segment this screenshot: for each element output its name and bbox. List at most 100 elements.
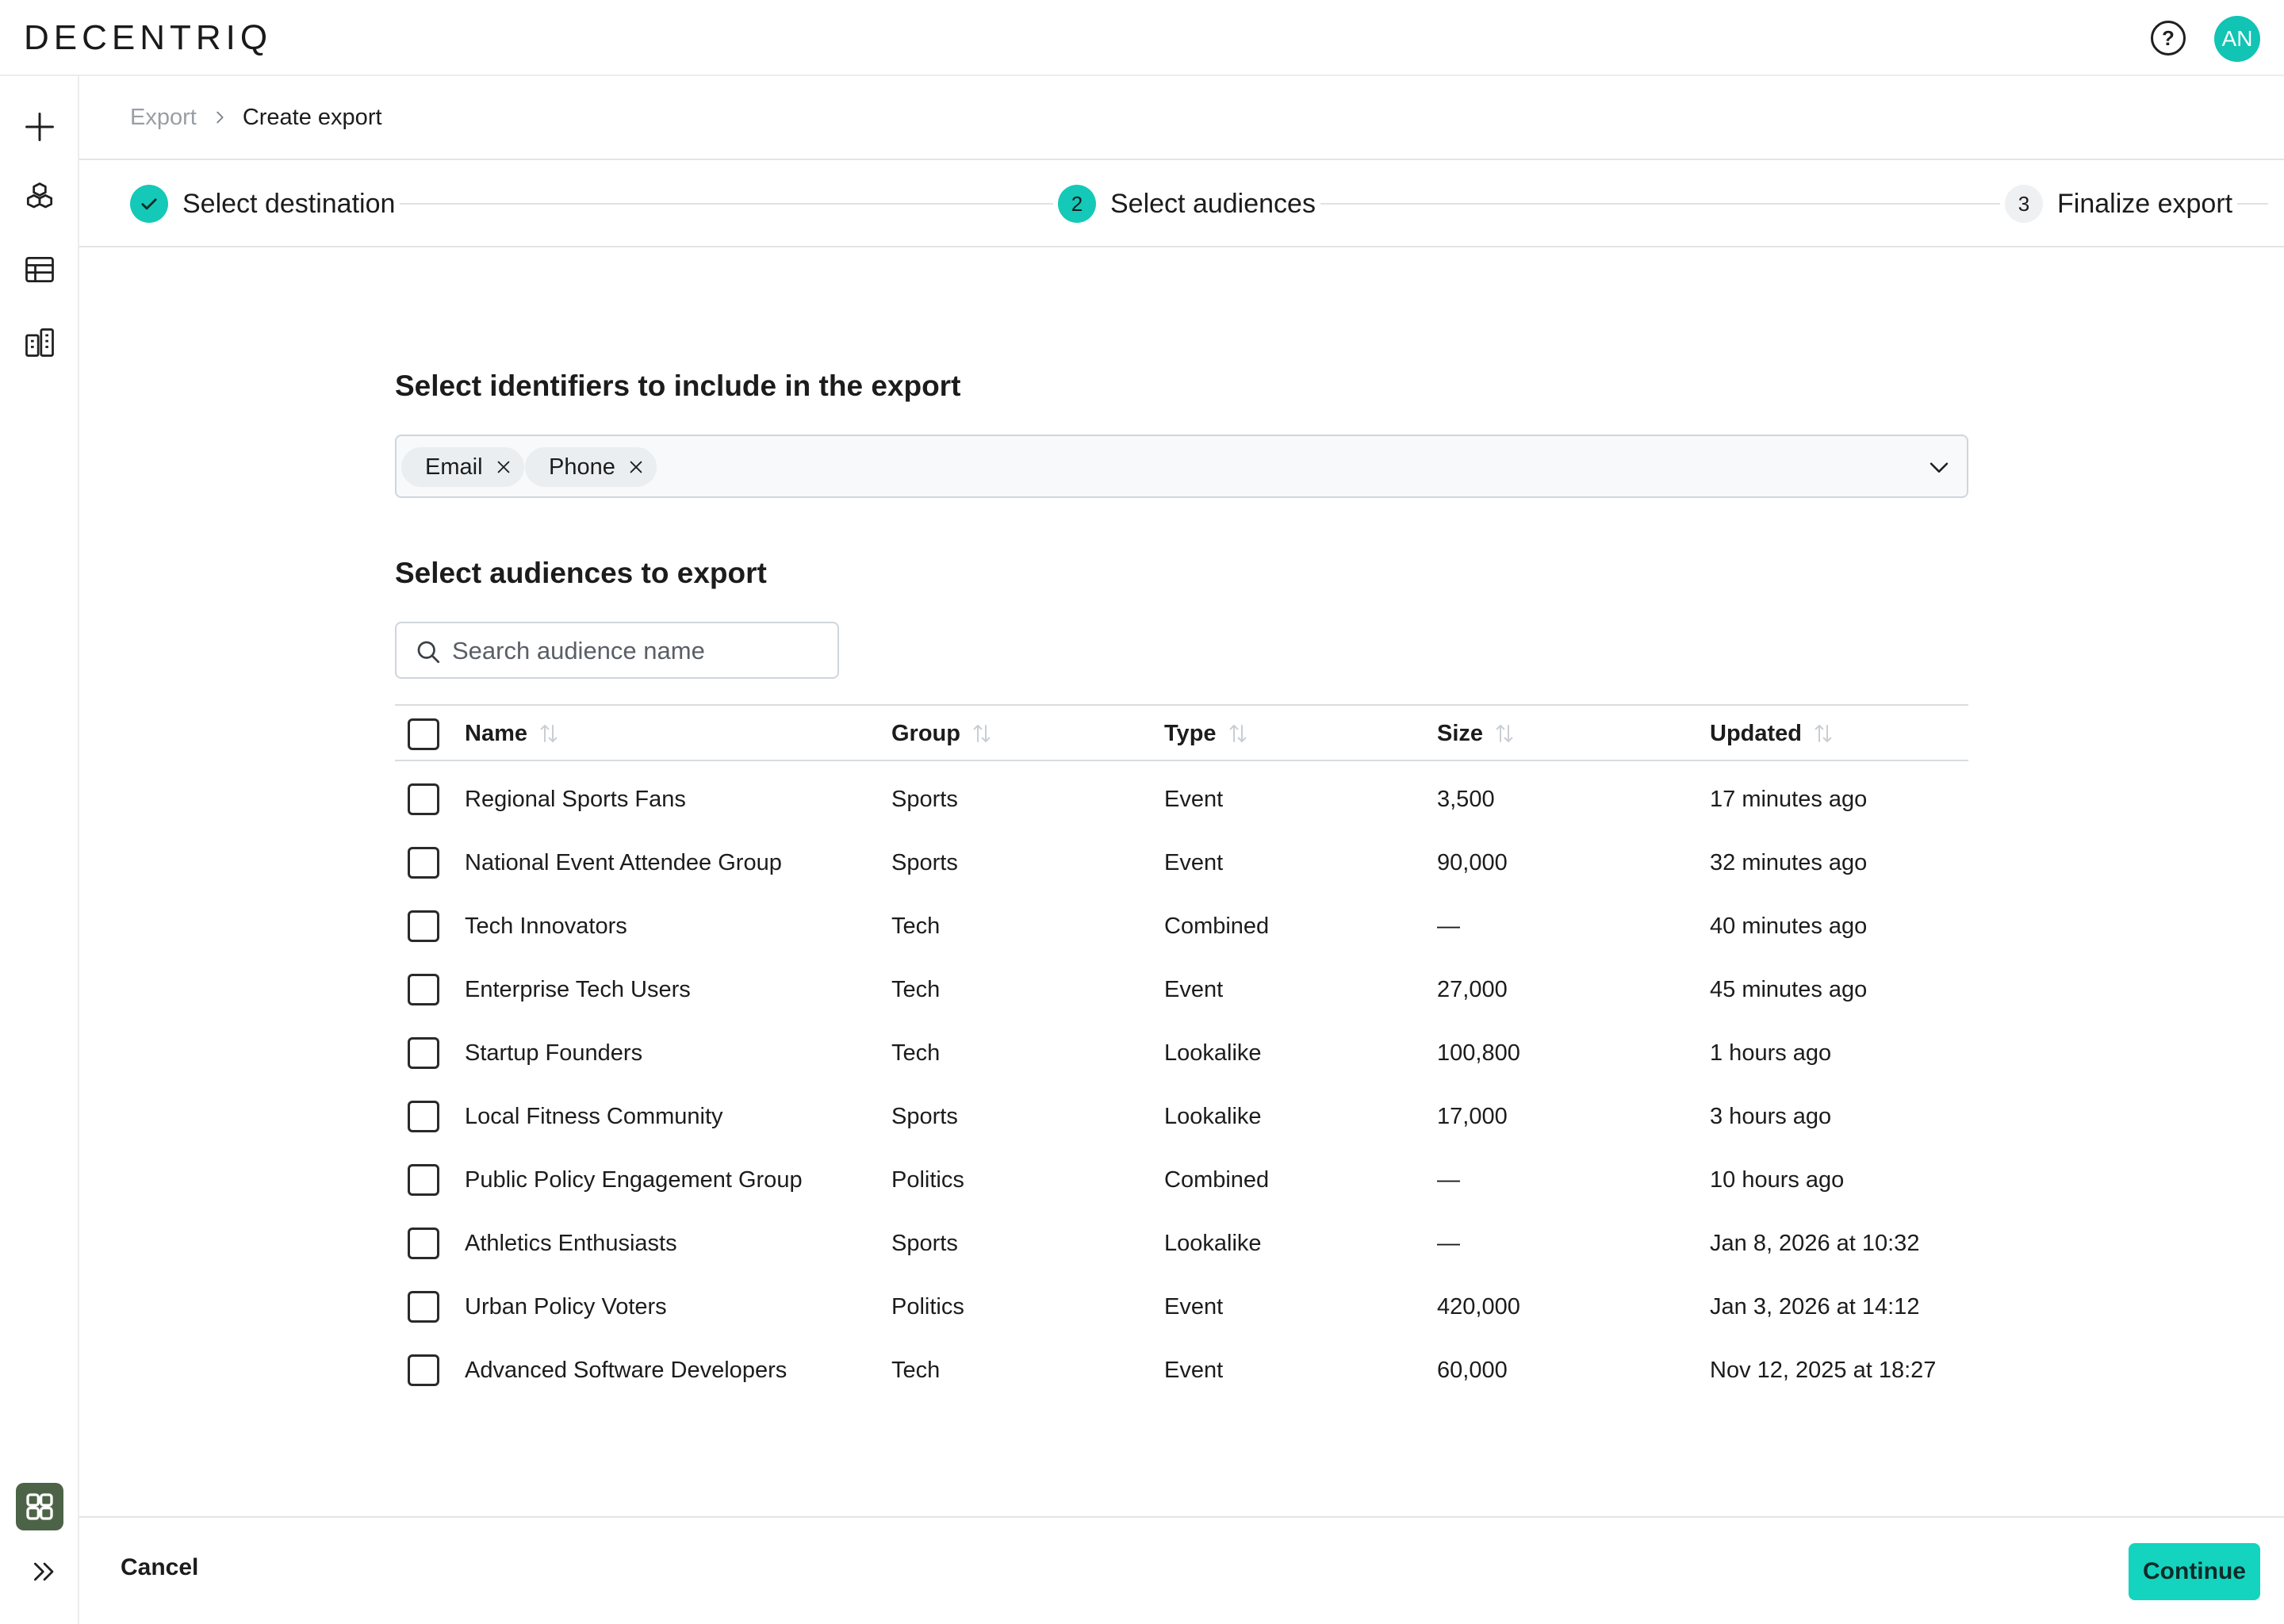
column-header-size[interactable]: Size <box>1437 706 1516 761</box>
app-grid-icon[interactable] <box>16 1483 63 1530</box>
cell-type: Event <box>1164 1357 1224 1383</box>
cell-type: Event <box>1164 976 1224 1002</box>
column-header-updated[interactable]: Updated <box>1710 706 1835 761</box>
step-number: 2 <box>1058 185 1096 223</box>
cell-size: 100,800 <box>1437 1040 1520 1066</box>
table-row[interactable]: Advanced Software Developers Tech Event … <box>395 1339 1968 1402</box>
cell-group: Tech <box>891 1357 941 1383</box>
column-header-type[interactable]: Type <box>1164 706 1250 761</box>
step-finalize-export[interactable]: 3 Finalize export <box>2000 184 2238 224</box>
step-label: Select destination <box>182 188 396 219</box>
cell-name: Tech Innovators <box>465 913 627 939</box>
cubes-icon[interactable] <box>21 179 59 217</box>
step-number: 3 <box>2005 185 2043 223</box>
cell-updated: 10 hours ago <box>1710 1166 1845 1193</box>
cell-name: Local Fitness Community <box>465 1103 723 1129</box>
table-row[interactable]: Local Fitness Community Sports Lookalike… <box>395 1085 1968 1148</box>
close-icon[interactable] <box>494 458 513 477</box>
cell-group: Sports <box>891 786 958 812</box>
sort-icon <box>1815 725 1832 742</box>
identifiers-title: Select identifiers to include in the exp… <box>395 370 961 402</box>
breadcrumb: Export Create export <box>130 102 382 133</box>
cell-name: Advanced Software Developers <box>465 1357 788 1383</box>
stepper: Select destination 2 Select audiences 3 … <box>79 160 2284 247</box>
cell-updated: 45 minutes ago <box>1710 976 1868 1002</box>
logo: DECENTRIQ <box>24 18 273 57</box>
cell-group: Tech <box>891 913 941 939</box>
table-row[interactable]: Public Policy Engagement Group Politics … <box>395 1148 1968 1212</box>
cell-type: Event <box>1164 1293 1224 1320</box>
cell-size: 420,000 <box>1437 1293 1520 1320</box>
cell-name: Enterprise Tech Users <box>465 976 691 1002</box>
row-checkbox[interactable] <box>408 910 439 942</box>
search-input[interactable] <box>452 631 825 671</box>
avatar[interactable]: AN <box>2214 16 2260 62</box>
cell-group: Tech <box>891 976 941 1002</box>
breadcrumb-export-link[interactable]: Export <box>130 105 197 131</box>
column-header-name[interactable]: Name <box>465 706 561 761</box>
search-icon <box>417 641 440 664</box>
step-select-audiences[interactable]: 2 Select audiences <box>1053 184 1320 224</box>
cell-name: Public Policy Engagement Group <box>465 1166 803 1193</box>
table-row[interactable]: Urban Policy Voters Politics Event 420,0… <box>395 1275 1968 1339</box>
cell-updated: Nov 12, 2025 at 18:27 <box>1710 1357 1937 1383</box>
help-circle-icon[interactable]: ? <box>2151 21 2186 56</box>
cancel-button[interactable]: Cancel <box>121 1554 198 1581</box>
cell-type: Event <box>1164 786 1224 812</box>
cell-updated: Jan 3, 2026 at 14:12 <box>1710 1293 1920 1320</box>
select-all-checkbox[interactable] <box>408 718 439 750</box>
check-icon <box>130 185 168 223</box>
cell-updated: 32 minutes ago <box>1710 849 1868 875</box>
sidebar <box>0 76 79 1624</box>
cell-type: Lookalike <box>1164 1103 1262 1129</box>
table-row[interactable]: Regional Sports Fans Sports Event 3,500 … <box>395 768 1968 831</box>
cell-size: 60,000 <box>1437 1357 1508 1383</box>
step-label: Select audiences <box>1110 188 1316 219</box>
step-select-destination[interactable]: Select destination <box>125 184 400 224</box>
footer: Cancel Continue <box>79 1516 2284 1624</box>
buildings-icon[interactable] <box>21 324 59 362</box>
table-row[interactable]: National Event Attendee Group Sports Eve… <box>395 831 1968 894</box>
cell-updated: 3 hours ago <box>1710 1103 1832 1129</box>
chip-label: Email <box>425 454 483 480</box>
cell-group: Sports <box>891 1103 958 1129</box>
cell-name: National Event Attendee Group <box>465 849 782 875</box>
row-checkbox[interactable] <box>408 1291 439 1323</box>
table-icon[interactable] <box>21 251 59 289</box>
continue-button[interactable]: Continue <box>2129 1543 2260 1600</box>
cell-size: — <box>1437 1230 1460 1256</box>
row-checkbox[interactable] <box>408 783 439 815</box>
identifier-chip-phone: Phone <box>525 447 657 487</box>
row-checkbox[interactable] <box>408 1228 439 1259</box>
row-checkbox[interactable] <box>408 1164 439 1196</box>
cell-type: Combined <box>1164 1166 1270 1193</box>
cell-group: Politics <box>891 1166 964 1193</box>
table-header: Name Group Type Size Updated <box>395 704 1968 761</box>
expand-chevrons-icon[interactable] <box>29 1556 60 1588</box>
table-body: Regional Sports Fans Sports Event 3,500 … <box>395 761 1968 1402</box>
plus-icon[interactable] <box>21 108 59 146</box>
audiences-table: Name Group Type Size Updated Regional Sp… <box>395 704 1968 1402</box>
row-checkbox[interactable] <box>408 1037 439 1069</box>
row-checkbox[interactable] <box>408 1101 439 1132</box>
table-row[interactable]: Athletics Enthusiasts Sports Lookalike —… <box>395 1212 1968 1275</box>
cell-size: 17,000 <box>1437 1103 1508 1129</box>
cell-size: 90,000 <box>1437 849 1508 875</box>
table-row[interactable]: Tech Innovators Tech Combined — 40 minut… <box>395 894 1968 958</box>
column-header-group[interactable]: Group <box>891 706 994 761</box>
cell-updated: Jan 8, 2026 at 10:32 <box>1710 1230 1920 1256</box>
cell-size: — <box>1437 913 1460 939</box>
chip-label: Phone <box>549 454 615 480</box>
cell-group: Tech <box>891 1040 941 1066</box>
close-icon[interactable] <box>627 458 646 477</box>
cell-updated: 1 hours ago <box>1710 1040 1832 1066</box>
chevron-right-icon <box>217 111 224 124</box>
identifiers-select[interactable]: Email Phone <box>395 435 1968 498</box>
row-checkbox[interactable] <box>408 847 439 879</box>
cell-size: 3,500 <box>1437 786 1495 812</box>
chevron-down-icon[interactable] <box>1926 454 1953 481</box>
table-row[interactable]: Startup Founders Tech Lookalike 100,800 … <box>395 1021 1968 1085</box>
table-row[interactable]: Enterprise Tech Users Tech Event 27,000 … <box>395 958 1968 1021</box>
row-checkbox[interactable] <box>408 974 439 1005</box>
row-checkbox[interactable] <box>408 1354 439 1386</box>
